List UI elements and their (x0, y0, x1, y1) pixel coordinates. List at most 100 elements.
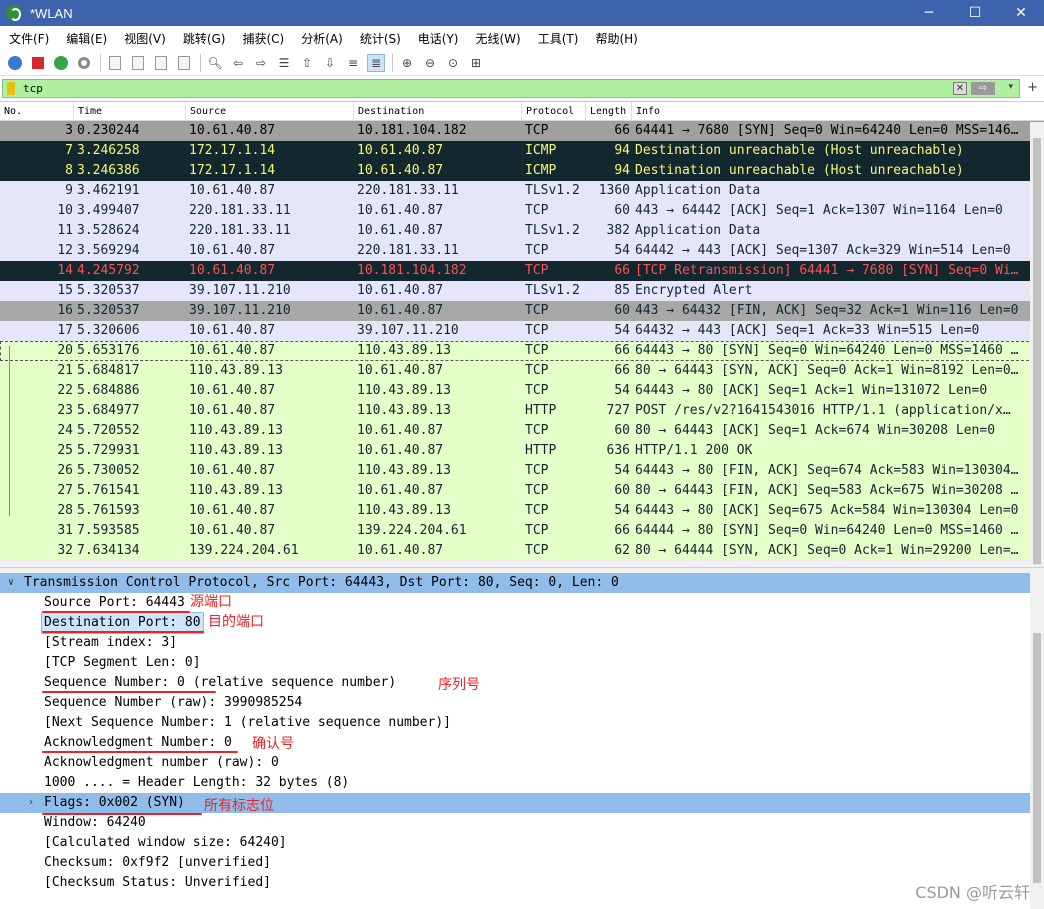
column-header-length[interactable]: Length (586, 102, 632, 121)
packet-row[interactable]: 15 5.320537 39.107.11.210 10.61.40.87 TLSv1.… (0, 281, 1044, 301)
cell-destination: 10.61.40.87 (357, 303, 444, 318)
menu-wireless[interactable]: 无线(W) (471, 30, 526, 47)
menu-edit[interactable]: 编辑(E) (61, 30, 112, 47)
add-filter-button-icon[interactable]: + (1027, 80, 1038, 95)
cell-protocol: TCP (525, 483, 549, 498)
packet-row[interactable]: 28 5.761593 10.61.40.87 110.43.89.13 TCP 54 64… (0, 501, 1044, 521)
detail-sequence-number[interactable]: Sequence Number: 0 (relative sequence nu… (0, 673, 1044, 693)
packet-row[interactable]: 32 7.634134 139.224.204.61 10.61.40.87 TCP 62… (0, 541, 1044, 561)
zoom-out-icon[interactable]: ⊖ (421, 54, 439, 72)
bookmark-icon[interactable] (7, 82, 15, 95)
go-first-icon[interactable]: ⇧ (298, 54, 316, 72)
menu-go[interactable]: 跳转(G) (178, 30, 231, 47)
zoom-reset-icon[interactable]: ⊙ (444, 54, 462, 72)
go-forward-icon[interactable]: ⇨ (252, 54, 270, 72)
packet-list-scrollbar[interactable] (1030, 122, 1044, 567)
menu-statistics[interactable]: 统计(S) (355, 30, 406, 47)
detail-window[interactable]: Window: 64240 (0, 813, 1044, 833)
scrollbar-thumb[interactable] (1033, 633, 1041, 883)
tcp-tree-header[interactable]: ∨ Transmission Control Protocol, Src Por… (0, 573, 1044, 593)
detail-calc-window[interactable]: [Calculated window size: 64240] (0, 833, 1044, 853)
detail-segment-len[interactable]: [TCP Segment Len: 0] (0, 653, 1044, 673)
packet-row[interactable]: 9 3.462191 10.61.40.87 220.181.33.11 TLSv1.2… (0, 181, 1044, 201)
collapse-arrow-icon[interactable]: ∨ (8, 573, 14, 593)
detail-flags[interactable]: › Flags: 0x002 (SYN) (0, 793, 1044, 813)
packet-row[interactable]: 22 5.684886 10.61.40.87 110.43.89.13 TCP 54 64… (0, 381, 1044, 401)
detail-checksum-status[interactable]: [Checksum Status: Unverified] (0, 873, 1044, 893)
packet-row[interactable]: 8 3.246386 172.17.1.14 10.61.40.87 ICMP 94 Des… (0, 161, 1044, 181)
maximize-button[interactable]: ☐ (952, 0, 998, 26)
cell-info: Encrypted Alert (635, 283, 753, 298)
packet-row[interactable]: 27 5.761541 110.43.89.13 10.61.40.87 TCP 60 80… (0, 481, 1044, 501)
close-file-icon[interactable] (152, 54, 170, 72)
packet-row[interactable]: 12 3.569294 10.61.40.87 220.181.33.11 TCP 54 6… (0, 241, 1044, 261)
menu-file[interactable]: 文件(F) (4, 30, 54, 47)
detail-sequence-raw[interactable]: Sequence Number (raw): 3990985254 (0, 693, 1044, 713)
packet-row[interactable]: 3 0.230244 10.61.40.87 10.181.104.182 TCP 66 6… (0, 121, 1044, 141)
restart-capture-icon[interactable] (52, 54, 70, 72)
detail-source-port[interactable]: Source Port: 64443 (0, 593, 1044, 613)
menu-help[interactable]: 帮助(H) (590, 30, 642, 47)
expand-arrow-icon[interactable]: › (28, 793, 34, 813)
menu-telephony[interactable]: 电话(Y) (413, 30, 464, 47)
packet-row[interactable]: 25 5.729931 110.43.89.13 10.61.40.87 HTTP 636… (0, 441, 1044, 461)
stop-capture-icon[interactable] (29, 54, 47, 72)
packet-row[interactable]: 14 4.245792 10.61.40.87 10.181.104.182 TCP 66… (0, 261, 1044, 281)
detail-stream-index[interactable]: [Stream index: 3] (0, 633, 1044, 653)
detail-ack-number[interactable]: Acknowledgment Number: 0 (0, 733, 1044, 753)
column-header-info[interactable]: Info (632, 102, 1044, 121)
clear-filter-icon[interactable]: ✕ (953, 82, 967, 95)
packet-row[interactable]: 24 5.720552 110.43.89.13 10.61.40.87 TCP 60 80… (0, 421, 1044, 441)
detail-destination-port[interactable]: Destination Port: 80 (0, 612, 1044, 634)
column-header-time[interactable]: Time (74, 102, 186, 121)
details-scrollbar[interactable] (1030, 573, 1044, 909)
save-file-icon[interactable] (129, 54, 147, 72)
open-file-icon[interactable] (106, 54, 124, 72)
filter-dropdown-icon[interactable]: ▾ (1008, 82, 1013, 92)
close-button[interactable]: ✕ (998, 0, 1044, 26)
packet-row[interactable]: 16 5.320537 39.107.11.210 10.61.40.87 TCP 60 4… (0, 301, 1044, 321)
detail-next-sequence[interactable]: [Next Sequence Number: 1 (relative seque… (0, 713, 1044, 733)
cell-info: 64444 → 80 [SYN] Seq=0 Win=64240 Len=0 M… (635, 523, 1019, 538)
packet-row[interactable]: 10 3.499407 220.181.33.11 10.61.40.87 TCP 60 4… (0, 201, 1044, 221)
annotation-underline (42, 611, 190, 613)
resize-columns-icon[interactable]: ⊞ (467, 54, 485, 72)
go-last-icon[interactable]: ⇩ (321, 54, 339, 72)
display-filter-input[interactable]: tcp ✕ ⇨ ▾ (2, 79, 1020, 98)
minimize-button[interactable]: ─ (906, 0, 952, 26)
column-header-no[interactable]: No. (0, 102, 74, 121)
go-to-packet-icon[interactable]: ☰ (275, 54, 293, 72)
annotation-underline (42, 691, 216, 693)
colorize-icon[interactable]: ≣ (367, 53, 385, 72)
packet-row[interactable]: 11 3.528624 220.181.33.11 10.61.40.87 TLSv1.… (0, 221, 1044, 241)
filter-text[interactable]: tcp (23, 82, 43, 95)
packet-row[interactable]: 7 3.246258 172.17.1.14 10.61.40.87 ICMP 94 Des… (0, 141, 1044, 161)
packet-row[interactable]: 20 5.653176 10.61.40.87 110.43.89.13 TCP 66 64… (0, 341, 1044, 361)
detail-ack-raw[interactable]: Acknowledgment number (raw): 0 (0, 753, 1044, 773)
apply-filter-icon[interactable]: ⇨ (971, 82, 995, 95)
menu-view[interactable]: 视图(V) (119, 30, 171, 47)
menu-analyze[interactable]: 分析(A) (296, 30, 348, 47)
packet-row[interactable]: 31 7.593585 10.61.40.87 139.224.204.61 TCP 66… (0, 521, 1044, 541)
capture-options-icon[interactable] (75, 54, 93, 72)
menu-capture[interactable]: 捕获(C) (237, 30, 289, 47)
autoscroll-icon[interactable]: ≡ (344, 54, 362, 72)
packet-list-hscrollbar[interactable] (0, 559, 1030, 567)
scrollbar-thumb[interactable] (1033, 138, 1041, 564)
packet-row[interactable]: 21 5.684817 110.43.89.13 10.61.40.87 TCP 66 80… (0, 361, 1044, 381)
packet-row[interactable]: 17 5.320606 10.61.40.87 39.107.11.210 TCP 54 6… (0, 321, 1044, 341)
column-header-source[interactable]: Source (186, 102, 354, 121)
menu-tools[interactable]: 工具(T) (533, 30, 584, 47)
detail-header-length[interactable]: 1000 .... = Header Length: 32 bytes (8) (0, 773, 1044, 793)
column-header-destination[interactable]: Destination (354, 102, 522, 121)
detail-checksum[interactable]: Checksum: 0xf9f2 [unverified] (0, 853, 1044, 873)
start-capture-icon[interactable] (6, 54, 24, 72)
packet-row[interactable]: 23 5.684977 10.61.40.87 110.43.89.13 HTTP 727… (0, 401, 1044, 421)
go-back-icon[interactable]: ⇦ (229, 54, 247, 72)
reload-file-icon[interactable] (175, 54, 193, 72)
cell-protocol: TCP (525, 383, 549, 398)
column-header-protocol[interactable]: Protocol (522, 102, 586, 121)
find-packet-icon[interactable]: 🔍︎ (206, 54, 224, 72)
packet-row[interactable]: 26 5.730052 10.61.40.87 110.43.89.13 TCP 54 64… (0, 461, 1044, 481)
zoom-in-icon[interactable]: ⊕ (398, 54, 416, 72)
